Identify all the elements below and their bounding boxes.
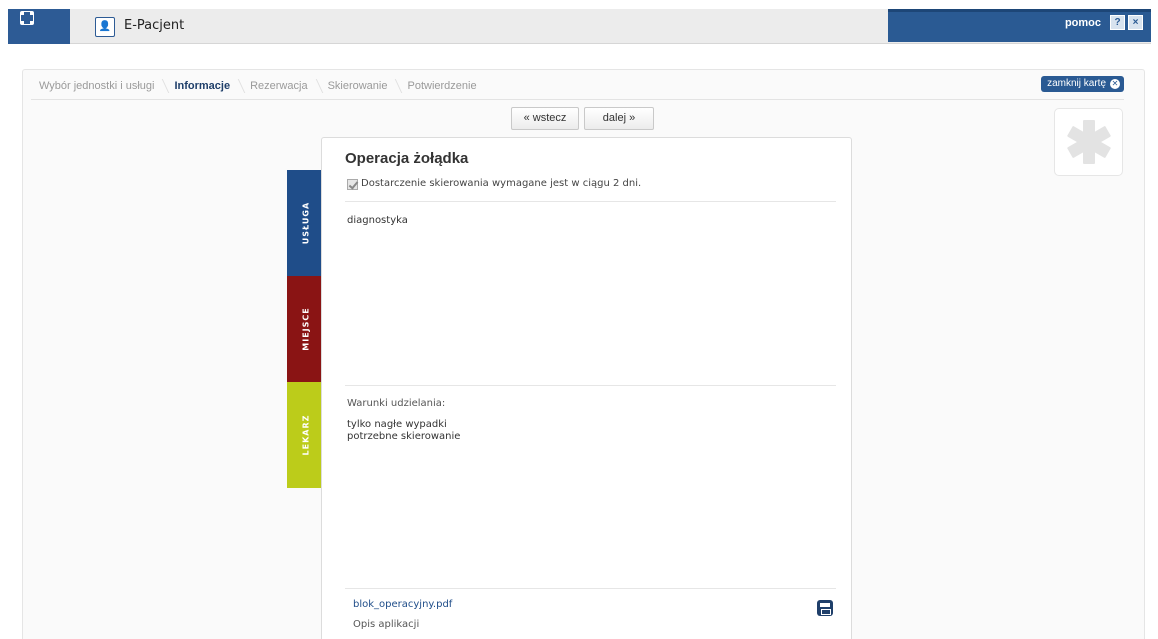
tab-place-label: MIEJSCE [301, 307, 311, 351]
tab-service[interactable]: USŁUGA [287, 170, 325, 276]
medical-star-icon [1054, 108, 1123, 176]
tab-doctor[interactable]: LEKARZ [287, 382, 325, 488]
medical-cross-icon [20, 11, 34, 25]
referral-required-checkbox [347, 179, 358, 190]
breadcrumb-item-unit-service[interactable]: Wybór jednostki i usługi [31, 76, 166, 96]
help-button[interactable]: ? [1110, 15, 1125, 30]
close-card-icon: ✕ [1110, 79, 1120, 89]
breadcrumb: Wybór jednostki i usługi Informacje Reze… [31, 76, 489, 96]
breadcrumb-item-reservation[interactable]: Rezerwacja [242, 76, 319, 96]
breadcrumb-divider [31, 99, 1124, 100]
conditions-label: Warunki udzielania: [347, 398, 446, 409]
breadcrumb-item-confirmation[interactable]: Potwierdzenie [399, 76, 488, 96]
service-description: diagnostyka [347, 215, 408, 226]
top-bar: 👤 E-Pacjent pomoc ? × [8, 9, 1151, 44]
breadcrumb-item-information[interactable]: Informacje [166, 76, 242, 96]
divider [345, 588, 836, 589]
patient-icon: 👤 [95, 17, 115, 37]
logo [8, 9, 70, 44]
attachment-link[interactable]: blok_operacyjny.pdf [353, 599, 452, 610]
close-card-button[interactable]: zamknij kartę ✕ [1041, 76, 1124, 92]
referral-required-label: Dostarczenie skierowania wymagane jest w… [361, 178, 642, 189]
service-card: Operacja żołądka Dostarczenie skierowani… [321, 137, 852, 639]
main-panel: Wybór jednostki i usługi Informacje Reze… [22, 69, 1145, 639]
attachment-description: Opis aplikacji [353, 619, 420, 630]
app-title: E-Pacjent [124, 18, 185, 33]
tab-doctor-label: LEKARZ [301, 414, 311, 456]
help-link[interactable]: pomoc [1065, 17, 1101, 29]
divider [345, 201, 836, 202]
tab-service-label: USŁUGA [301, 201, 311, 245]
tab-place[interactable]: MIEJSCE [287, 276, 325, 382]
back-button[interactable]: « wstecz [511, 107, 579, 130]
top-right-bar: pomoc ? × [888, 9, 1151, 42]
breadcrumb-item-referral[interactable]: Skierowanie [320, 76, 400, 96]
close-button[interactable]: × [1128, 15, 1143, 30]
divider [345, 385, 836, 386]
condition-item: potrzebne skierowanie [347, 431, 461, 442]
service-title: Operacja żołądka [345, 150, 469, 167]
save-icon[interactable] [817, 600, 833, 616]
condition-item: tylko nagłe wypadki [347, 419, 447, 430]
close-card-label: zamknij kartę [1047, 78, 1106, 89]
next-button[interactable]: dalej » [584, 107, 654, 130]
